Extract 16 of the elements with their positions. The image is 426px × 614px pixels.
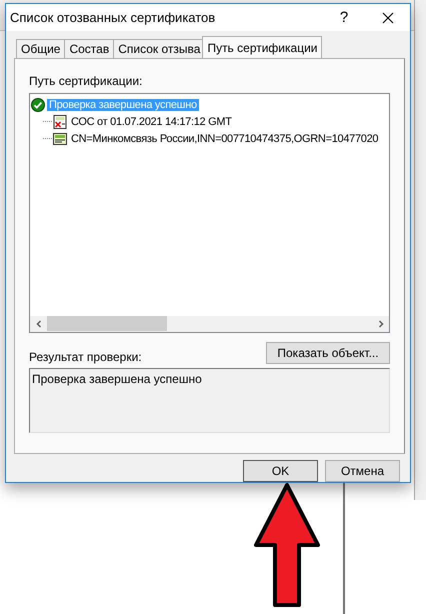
show-object-button[interactable]: Показать объект...: [266, 342, 390, 364]
certificate-icon: [53, 132, 67, 146]
section-label: Путь сертификации:: [29, 74, 144, 88]
section-label: Результат проверки:: [29, 350, 142, 364]
dialog-button[interactable]: Отмена: [325, 460, 400, 482]
tab[interactable]: Путь сертификации: [202, 36, 322, 58]
scroll-left-icon[interactable]: [34, 320, 42, 328]
horizontal-scrollbar[interactable]: [30, 316, 389, 332]
help-button[interactable]: ?: [322, 9, 366, 26]
window-title: Список отозванных сертификатов: [10, 10, 216, 25]
tab[interactable]: Общие: [16, 39, 66, 58]
tree-item[interactable]: CN=Минкомсвязь России,INN=007710474375,OGRN=10477020: [69, 132, 380, 144]
dialog-button[interactable]: OK: [243, 460, 318, 482]
revoked-certificate-icon: [53, 114, 67, 128]
tree-item[interactable]: СОС от 01.07.2021 14:17:12 GMT: [69, 116, 234, 128]
scroll-right-icon[interactable]: [376, 320, 384, 328]
